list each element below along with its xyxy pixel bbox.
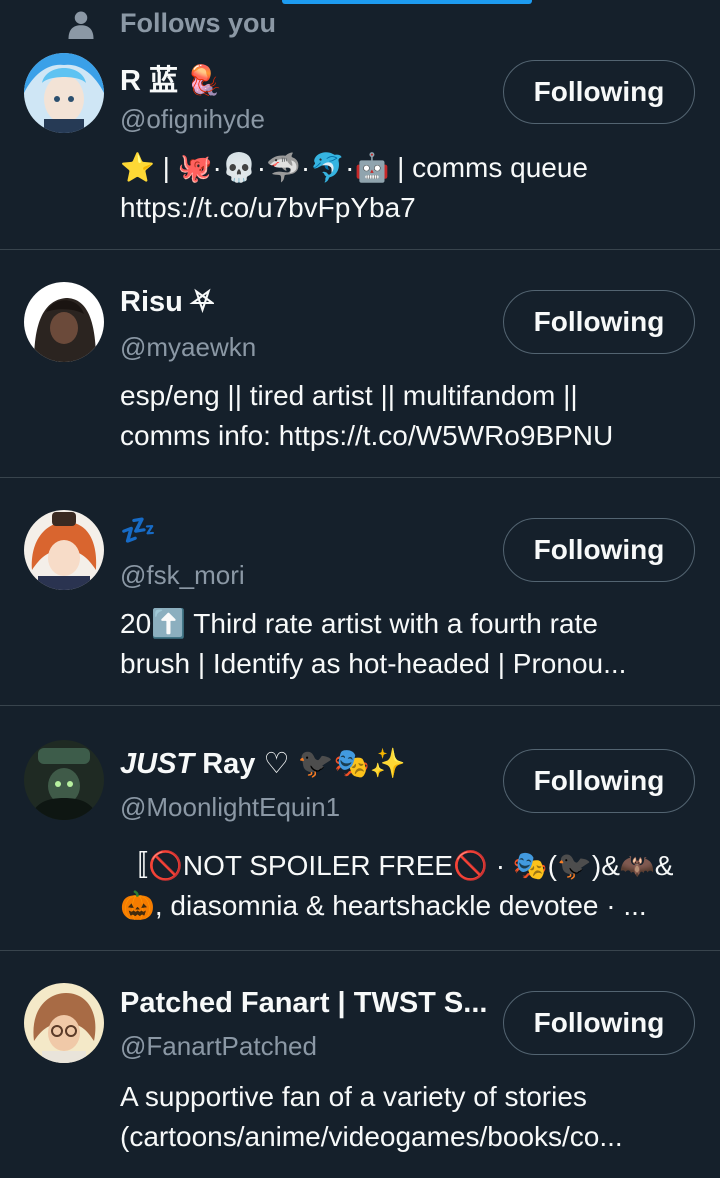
- user-bio: 20⬆️ Third rate artist with a fourth rat…: [120, 604, 700, 684]
- user-handle[interactable]: @fsk_mori: [120, 560, 245, 591]
- user-cell[interactable]: Risu ⛧ @myaewkn Following esp/eng || tir…: [0, 250, 720, 478]
- avatar[interactable]: [24, 510, 104, 590]
- bio-line: 🎃, diasomnia & heartshackle devotee · ..…: [120, 890, 647, 921]
- display-name[interactable]: Patched Fanart | TWST S...: [120, 987, 487, 1020]
- display-name-emphasis: JUST: [120, 748, 195, 780]
- display-name[interactable]: R 蓝 🪼: [120, 57, 222, 99]
- user-handle[interactable]: @ofignihyde: [120, 104, 265, 135]
- person-icon: [68, 11, 94, 39]
- user-bio: 〚🚫NOT SPOILER FREE🚫 · 🎭(🐦‍⬛)&🦇& 🎃, diaso…: [120, 846, 700, 926]
- following-button[interactable]: Following: [503, 749, 695, 813]
- bio-line: (cartoons/anime/videogames/books/co...: [120, 1121, 623, 1152]
- bio-line: 〚🚫NOT SPOILER FREE🚫 · 🎭(🐦‍⬛)&🦇&: [120, 850, 674, 881]
- bio-line: esp/eng || tired artist || multifandom |…: [120, 380, 578, 411]
- following-button[interactable]: Following: [503, 290, 695, 354]
- bio-line: comms info: https://t.co/W5WRo9BPNU: [120, 420, 614, 451]
- following-button[interactable]: Following: [503, 518, 695, 582]
- display-name[interactable]: 💤: [120, 514, 156, 548]
- user-handle[interactable]: @myaewkn: [120, 332, 256, 363]
- display-name[interactable]: Risu ⛧: [120, 286, 214, 319]
- user-bio: A supportive fan of a variety of stories…: [120, 1077, 700, 1157]
- user-bio: esp/eng || tired artist || multifandom |…: [120, 376, 700, 456]
- avatar[interactable]: [24, 53, 104, 133]
- social-context-label: Follows you: [120, 8, 277, 38]
- user-cell[interactable]: 💤 @fsk_mori Following 20⬆️ Third rate ar…: [0, 478, 720, 706]
- bio-link[interactable]: https://t.co/u7bvFpYba7: [120, 188, 700, 228]
- user-cell[interactable]: JUST Ray ♡ 🐦‍⬛🎭✨ @MoonlightEquin1 Follow…: [0, 706, 720, 951]
- avatar[interactable]: [24, 740, 104, 820]
- bio-line: 20⬆️ Third rate artist with a fourth rat…: [120, 608, 598, 639]
- avatar[interactable]: [24, 282, 104, 362]
- bio-line: brush | Identify as hot-headed | Pronou.…: [120, 648, 627, 679]
- following-button[interactable]: Following: [503, 991, 695, 1055]
- follows-you-context: Follows you: [66, 8, 276, 39]
- user-handle[interactable]: @MoonlightEquin1: [120, 792, 340, 823]
- user-cell[interactable]: Patched Fanart | TWST S... @FanartPatche…: [0, 951, 720, 1178]
- following-button[interactable]: Following: [503, 60, 695, 124]
- bio-line: A supportive fan of a variety of stories: [120, 1081, 587, 1112]
- avatar[interactable]: [24, 983, 104, 1063]
- user-cell[interactable]: Follows you R 蓝 🪼 @ofignihyde Following …: [0, 0, 720, 250]
- bio-line: ⭐ | 🐙·💀·🦈·🐬·🤖 | comms queue: [120, 152, 589, 183]
- display-name-rest: Ray ♡ 🐦‍⬛🎭✨: [202, 748, 406, 780]
- display-name[interactable]: JUST Ray ♡ 🐦‍⬛🎭✨: [120, 746, 406, 781]
- user-bio: ⭐ | 🐙·💀·🦈·🐬·🤖 | comms queue https://t.co…: [120, 148, 700, 228]
- user-handle[interactable]: @FanartPatched: [120, 1031, 317, 1062]
